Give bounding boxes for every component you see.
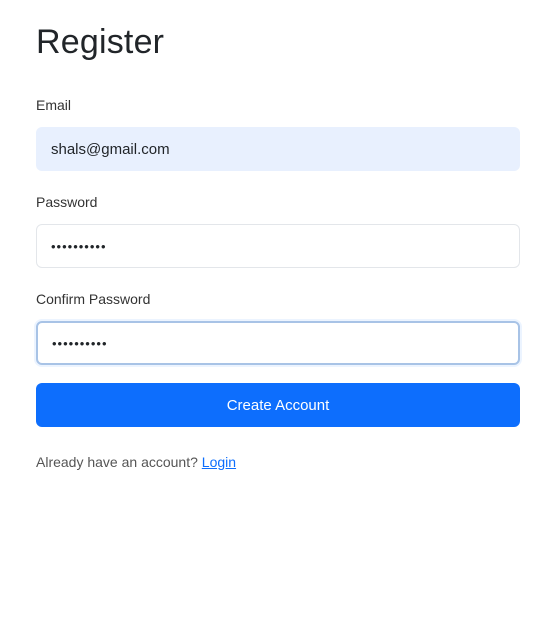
password-field[interactable] [36,224,520,268]
page-title: Register [36,23,165,61]
confirm-password-field[interactable] [36,321,520,365]
register-form: Register Email Password Confirm Password… [36,20,520,471]
password-label: Password [36,194,98,210]
login-prompt: Already have an account? Login [36,453,520,471]
login-link[interactable]: Login [202,454,236,470]
login-prompt-text: Already have an account? [36,454,198,470]
confirm-password-label: Confirm Password [36,291,151,307]
register-page: Register Email Password Confirm Password… [0,0,546,617]
email-field[interactable] [36,127,520,171]
email-label: Email [36,97,72,113]
create-account-button[interactable]: Create Account [36,383,520,427]
